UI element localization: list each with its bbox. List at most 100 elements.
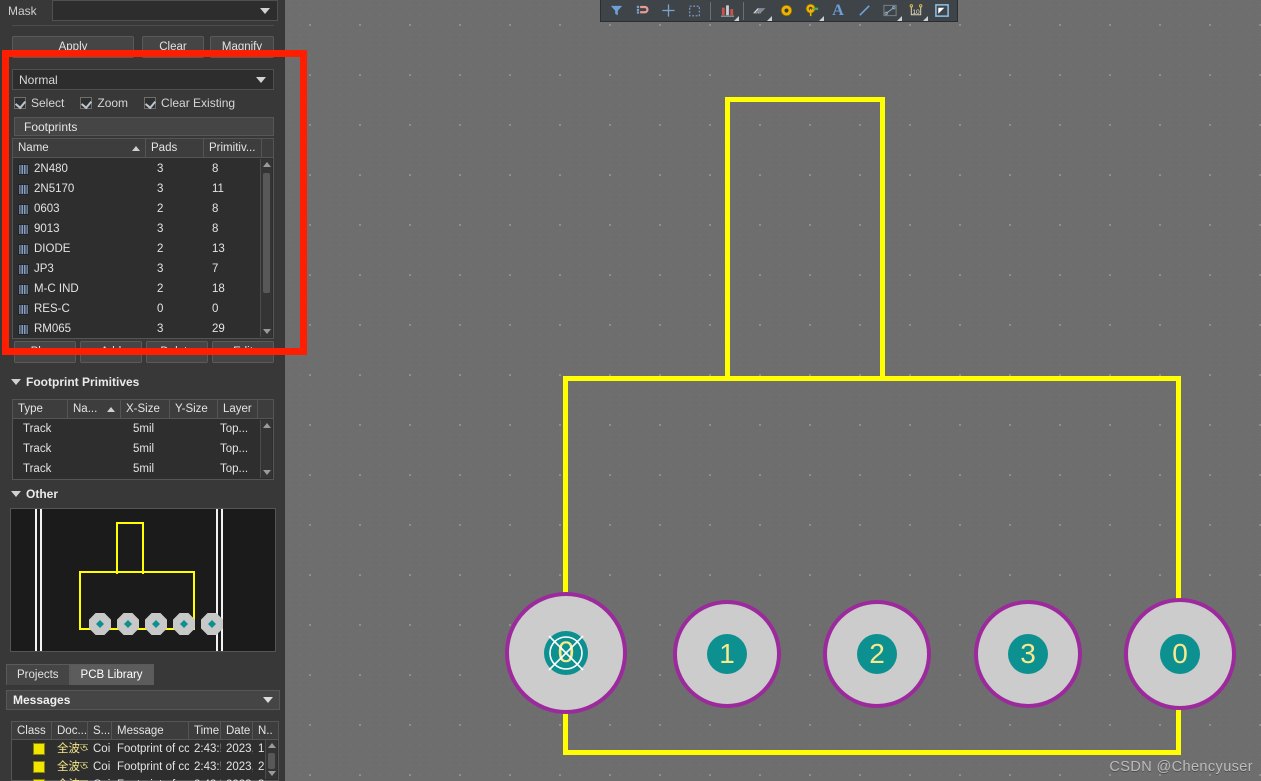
track-segment-stub-left[interactable]: [725, 97, 730, 381]
chevron-down-icon[interactable]: [260, 7, 270, 14]
select-checkbox[interactable]: Select: [14, 96, 64, 110]
bar-chart-icon[interactable]: [714, 1, 740, 21]
table-row[interactable]: M-C IND 2 18: [13, 279, 273, 299]
column-header-name[interactable]: Name: [13, 139, 146, 157]
table-row[interactable]: 0603 2 8: [13, 199, 273, 219]
scroll-up-arrow[interactable]: [266, 740, 277, 751]
table-row[interactable]: RM065 3 29: [13, 319, 273, 339]
pcb-library-canvas[interactable]: 0 1 2 3 0 CSDN @Chencyuser: [285, 0, 1261, 781]
collapse-triangle-icon[interactable]: [11, 379, 21, 385]
ic-component-icon[interactable]: [747, 1, 773, 21]
table-row[interactable]: DIODE 2 13: [13, 239, 273, 259]
column-header-xsize[interactable]: X-Size: [121, 400, 170, 418]
table-row[interactable]: 2N5170 3 11: [13, 179, 273, 199]
magnet-icon[interactable]: [629, 1, 655, 21]
add-button[interactable]: Add: [80, 341, 142, 363]
chevron-down-icon[interactable]: [263, 697, 273, 703]
column-header-class[interactable]: Class: [12, 722, 52, 739]
pad[interactable]: 1: [673, 600, 781, 708]
clear-existing-checkbox[interactable]: Clear Existing: [144, 96, 235, 110]
footprints-scrollbar[interactable]: [260, 159, 272, 337]
other-section-title[interactable]: Other: [11, 487, 58, 501]
zoom-checkbox[interactable]: Zoom: [80, 96, 128, 110]
column-header-layer[interactable]: Layer: [218, 400, 258, 418]
checkbox-box[interactable]: [14, 97, 26, 109]
text-icon[interactable]: A: [825, 1, 851, 21]
checkbox-box[interactable]: [80, 97, 93, 109]
messages-table[interactable]: Class Doc... S... Message Time Date N.. …: [11, 721, 279, 781]
track-segment-bus[interactable]: [563, 376, 1181, 381]
table-row[interactable]: RES-C 0 0: [13, 299, 273, 319]
pad[interactable]: 0: [1124, 598, 1236, 710]
chevron-down-icon[interactable]: [256, 76, 266, 83]
table-row[interactable]: Track 5mil Top...: [13, 459, 273, 479]
scroll-down-arrow[interactable]: [266, 768, 277, 779]
column-header-source[interactable]: S...: [88, 722, 112, 739]
table-row[interactable]: 全波অ Coi Footprint of cc 2:43:! 2023, 2: [12, 758, 278, 776]
track-segment-bottom-right-leg[interactable]: [1176, 703, 1181, 755]
column-header-time[interactable]: Time: [189, 722, 221, 739]
magnify-button[interactable]: Magnify: [210, 36, 274, 58]
collapse-triangle-icon[interactable]: [11, 491, 21, 497]
column-header-no[interactable]: N..: [253, 722, 275, 739]
line-icon[interactable]: [851, 1, 877, 21]
messages-panel-header[interactable]: Messages: [6, 690, 280, 710]
footprints-table[interactable]: Name Pads Primitiv... 2N480 3 8 2N5170 3…: [12, 138, 274, 339]
primitives-section-title[interactable]: Footprint Primitives: [11, 375, 139, 389]
chevron-down-icon[interactable]: [897, 15, 902, 21]
column-header-pads[interactable]: Pads: [146, 139, 204, 157]
pad-icon[interactable]: [773, 1, 799, 21]
chevron-down-icon[interactable]: [734, 15, 739, 21]
messages-table-body[interactable]: 全波অ Coi Footprint of cc 2:43:! 2023, 1 全…: [12, 740, 278, 781]
column-header-name[interactable]: Na...: [68, 400, 121, 418]
table-row[interactable]: Track 5mil Top...: [13, 419, 273, 439]
footprints-table-body[interactable]: 2N480 3 8 2N5170 3 11 0603 2 8 9013 3 8 …: [13, 158, 273, 339]
primitives-table-body[interactable]: Track 5mil Top... Track 5mil Top... Trac…: [13, 419, 273, 479]
pad[interactable]: 2: [823, 600, 931, 708]
tab-pcb-library[interactable]: PCB Library: [69, 664, 154, 685]
messages-scrollbar[interactable]: [265, 740, 277, 779]
pad[interactable]: 0: [505, 592, 627, 714]
track-segment-stub-right[interactable]: [880, 97, 885, 381]
board-region-icon[interactable]: [929, 1, 955, 21]
column-header-date[interactable]: Date: [221, 722, 253, 739]
table-row[interactable]: 2N480 3 8: [13, 159, 273, 179]
table-row[interactable]: 全波অ Coi Footprint of cc 2:43:! 2023, 3: [12, 776, 278, 781]
via-icon[interactable]: [799, 1, 825, 21]
primitives-scrollbar[interactable]: [260, 420, 272, 478]
column-header-type[interactable]: Type: [13, 400, 68, 418]
pad[interactable]: 3: [974, 600, 1082, 708]
delete-button[interactable]: Delete: [146, 341, 208, 363]
track-segment-top[interactable]: [725, 97, 885, 102]
track-segment-left-drop[interactable]: [563, 376, 568, 604]
chevron-down-icon[interactable]: [819, 15, 824, 21]
scroll-up-arrow[interactable]: [261, 159, 272, 170]
column-header-primitives[interactable]: Primitiv...: [204, 139, 262, 157]
chevron-down-icon[interactable]: [767, 15, 772, 21]
footprint-preview[interactable]: [10, 508, 276, 652]
checkbox-box[interactable]: [144, 97, 157, 109]
place-button[interactable]: Place: [14, 341, 76, 363]
clear-button[interactable]: Clear: [142, 36, 204, 58]
apply-button[interactable]: Apply: [12, 36, 134, 58]
tab-projects[interactable]: Projects: [6, 664, 70, 685]
scroll-down-arrow[interactable]: [261, 326, 272, 337]
table-row[interactable]: Track 5mil Top...: [13, 439, 273, 459]
chevron-down-icon[interactable]: [923, 15, 928, 21]
selection-rect-icon[interactable]: [681, 1, 707, 21]
filter-icon[interactable]: [603, 1, 629, 21]
dimension-icon[interactable]: [877, 1, 903, 21]
edit-button[interactable]: Edit: [212, 341, 274, 363]
scroll-up-arrow[interactable]: [261, 420, 272, 431]
table-row[interactable]: 9013 3 8: [13, 219, 273, 239]
scrollbar-thumb[interactable]: [268, 753, 275, 769]
primitives-table[interactable]: Type Na... X-Size Y-Size Layer Track 5mi…: [12, 399, 274, 480]
mask-combo[interactable]: [52, 0, 278, 21]
table-row[interactable]: 全波অ Coi Footprint of cc 2:43:! 2023, 1: [12, 740, 278, 758]
track-segment-bottom[interactable]: [563, 750, 1181, 755]
coordinate-icon[interactable]: 10: [903, 1, 929, 21]
pcb-drawing-toolbar[interactable]: A 10: [600, 0, 958, 22]
scrollbar-thumb[interactable]: [263, 173, 270, 293]
crosshair-icon[interactable]: [655, 1, 681, 21]
column-header-document[interactable]: Doc...: [52, 722, 88, 739]
